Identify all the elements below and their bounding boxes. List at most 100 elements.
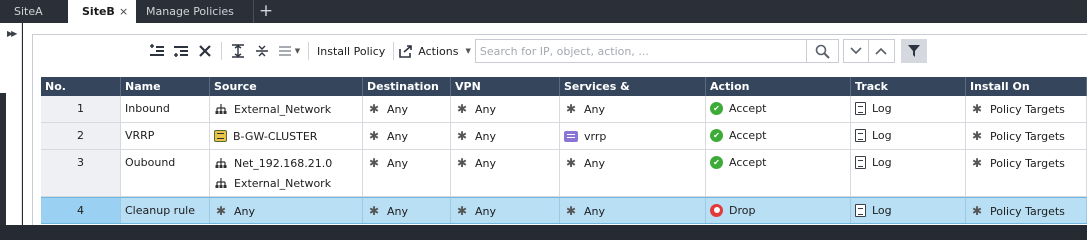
col-action-cell[interactable]: ✔ Accept [706,123,851,149]
col-no-cell[interactable]: 1 [41,96,121,122]
col-no-cell[interactable]: 2 [41,123,121,149]
left-panel-strip: ▶▶ [0,23,22,225]
header-col-install-on[interactable]: Install On [966,77,1087,96]
collapse-sections-icon[interactable] [250,39,274,63]
tab-manage-policies[interactable]: Manage Policies [136,0,253,23]
col-services-cell[interactable]: ✱ Any [560,150,706,196]
header-col-action[interactable]: Action [706,77,851,96]
header-col-source[interactable]: Source [210,77,363,96]
col-vpn-cell[interactable]: ✱ Any [451,198,560,223]
any-icon: ✱ [565,102,577,116]
next-result-icon[interactable] [842,39,869,63]
col-services-cell[interactable]: ✱ Any [560,96,706,122]
col-track-cell[interactable]: Log [851,198,966,223]
col-no-cell[interactable]: 4 [41,198,121,223]
cell-text: Any [387,204,409,218]
col-destination-cell[interactable]: ✱ Any [363,123,451,149]
cell-text: VRRP [125,128,155,142]
cell-text: Inbound [125,101,170,115]
col-install-on-cell[interactable]: ✱ Policy Targets [966,150,1087,196]
any-icon: ✱ [456,156,468,170]
table-row[interactable]: 4 Cleanup rule ✱ Any ✱ Any ✱ Any ✱ Any Drop Log ✱ Pol… [41,197,1087,224]
policy-toolbar: ▼ Install Policy Actions ▼ [145,37,927,65]
header-col-no[interactable]: No. [41,77,121,96]
cell-text: Any [475,129,497,143]
any-icon: ✱ [456,129,468,143]
cell-text: Accept [729,155,767,169]
col-no-cell[interactable]: 3 [41,150,121,196]
header-col-vpn[interactable]: VPN [451,77,560,96]
search-icon[interactable] [805,40,838,62]
accept-icon: ✔ [710,128,723,142]
col-track-cell[interactable]: Log [851,123,966,149]
header-col-destination[interactable]: Destination [363,77,451,96]
cluster-icon [214,130,227,142]
col-vpn-cell[interactable]: ✱ Any [451,150,560,196]
expand-panel-icon[interactable]: ▶▶ [7,29,17,38]
col-name-cell[interactable]: VRRP [121,123,210,149]
cell-text: Log [872,203,892,217]
add-rule-above-icon[interactable] [145,39,169,63]
table-row[interactable]: 1 Inbound External_Network ✱ Any ✱ Any ✱ Any ✔ Acc… [41,96,1087,123]
actions-button[interactable]: Actions ▼ [398,39,471,63]
left-dark-edge [0,93,6,225]
cell-text: Log [872,128,892,142]
col-install-on-cell[interactable]: ✱ Policy Targets [966,123,1087,149]
col-action-cell[interactable]: ✔ Accept [706,96,851,122]
log-icon [855,128,866,142]
tab-sitea[interactable]: SiteA [0,0,68,23]
expand-sections-icon[interactable] [226,39,250,63]
header-col-name[interactable]: Name [121,77,210,96]
table-header: No.NameSourceDestinationVPNServices & Ap… [41,77,1087,112]
col-name-cell[interactable]: Inbound [121,96,210,122]
any-icon: ✱ [565,156,577,170]
add-rule-below-icon[interactable] [169,39,193,63]
filter-icon[interactable] [900,39,927,63]
col-services-cell[interactable]: ✱ Any [560,198,706,223]
col-install-on-cell[interactable]: ✱ Policy Targets [966,96,1087,122]
tab-bar: SiteA SiteB × Manage Policies + [0,0,1087,23]
col-vpn-cell[interactable]: ✱ Any [451,96,560,122]
network-icon [214,156,228,170]
col-source-cell[interactable]: B-GW-CLUSTER [210,123,363,149]
close-tab-icon[interactable]: × [119,0,128,23]
search-input[interactable] [475,41,806,61]
cell-text: Any [387,156,409,170]
col-track-cell[interactable]: Log [851,150,966,196]
add-tab-icon[interactable]: + [254,0,278,23]
any-icon: ✱ [456,102,468,116]
col-destination-cell[interactable]: ✱ Any [363,150,451,196]
cell-text: Log [872,101,892,115]
any-icon: ✱ [368,204,380,218]
log-icon [855,203,866,217]
cell-text: External_Network [234,176,332,190]
header-col-services[interactable]: Services & Applications [560,77,706,112]
col-source-cell[interactable]: ✱ Any [210,198,363,223]
install-policy-button[interactable]: Install Policy [313,39,389,63]
col-install-on-cell[interactable]: ✱ Policy Targets [966,198,1087,223]
sections-menu-icon[interactable]: ▼ [274,39,304,63]
col-action-cell[interactable]: Drop [706,198,851,223]
col-action-cell[interactable]: ✔ Accept [706,150,851,196]
cell-text: Any [234,204,256,218]
col-services-cell[interactable]: vrrp [560,123,706,149]
previous-result-icon[interactable] [868,39,895,63]
col-name-cell[interactable]: Cleanup rule [121,198,210,223]
drop-icon [710,203,723,217]
table-row[interactable]: 3 Oubound Net_192.168.21.0 External_Network… [41,150,1087,197]
col-destination-cell[interactable]: ✱ Any [363,96,451,122]
col-source-cell[interactable]: External_Network [210,96,363,122]
cell-text: Any [475,204,497,218]
col-vpn-cell[interactable]: ✱ Any [451,123,560,149]
cell-text: 3 [77,155,84,169]
col-name-cell[interactable]: Oubound [121,150,210,196]
tab-siteb[interactable]: SiteB × [68,0,136,23]
delete-rule-icon[interactable] [193,39,217,63]
table-row[interactable]: 2 VRRP B-GW-CLUSTER ✱ Any ✱ Any vrrp ✔ Accept Log ✱… [41,123,1087,150]
header-col-track[interactable]: Track [851,77,966,96]
cell-text: Policy Targets [990,204,1065,218]
col-source-cell[interactable]: Net_192.168.21.0 External_Network [210,150,363,196]
col-track-cell[interactable]: Log [851,96,966,122]
network-icon [214,102,228,116]
col-destination-cell[interactable]: ✱ Any [363,198,451,223]
